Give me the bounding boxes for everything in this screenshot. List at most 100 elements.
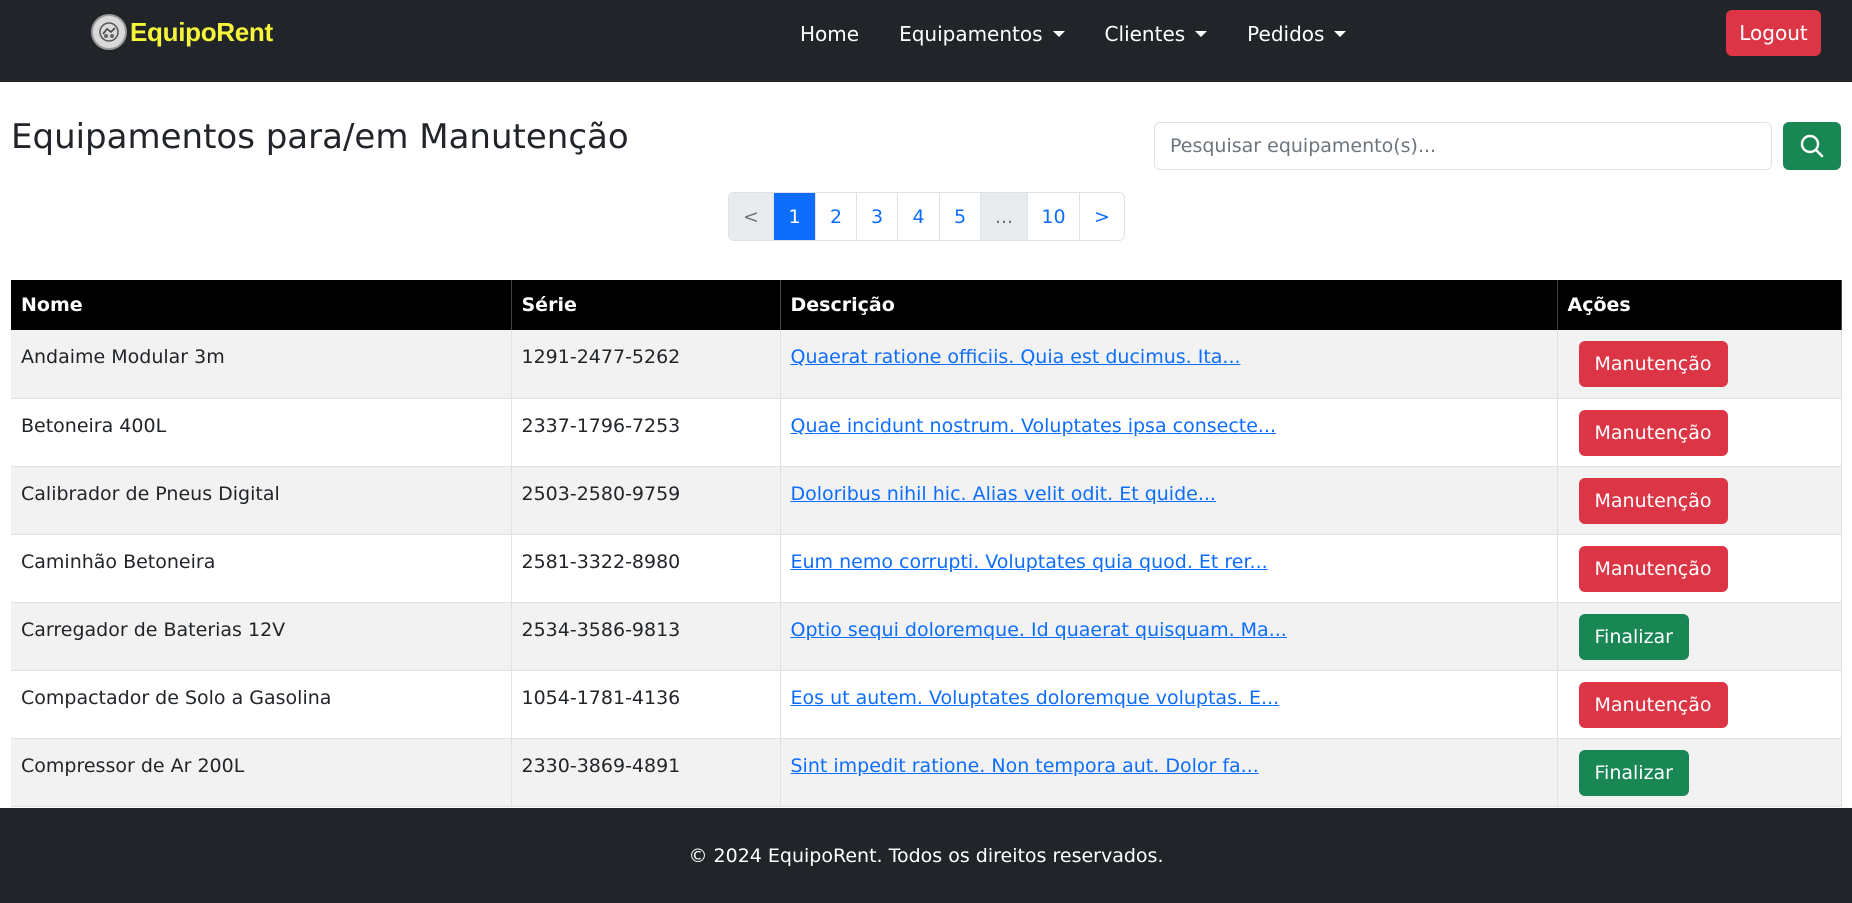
cell-descricao: Quae incidunt nostrum. Voluptates ipsa c… xyxy=(780,398,1558,467)
table-header-row: Nome Série Descrição Ações xyxy=(11,280,1842,330)
nav-item-label: Equipamentos xyxy=(899,22,1043,46)
descricao-link[interactable]: Doloribus nihil hic. Alias velit odit. E… xyxy=(791,483,1216,505)
search-icon xyxy=(1800,134,1824,158)
cell-nome: Compactador de Solo a Gasolina xyxy=(11,670,512,739)
nome-text: Carregador de Baterias 12V xyxy=(21,618,286,641)
nav-item-pedidos[interactable]: Pedidos xyxy=(1247,22,1347,46)
finalizar-button[interactable]: Finalizar xyxy=(1578,749,1689,796)
page-5[interactable]: 5 xyxy=(940,193,981,240)
table-row: Calibrador de Pneus Digital 2503-2580-97… xyxy=(11,466,1842,535)
nav-item-label: Pedidos xyxy=(1247,22,1325,46)
serie-text: 2534-3586-9813 xyxy=(521,618,681,641)
cell-descricao: Doloribus nihil hic. Alias velit odit. E… xyxy=(780,466,1558,535)
descricao-link[interactable]: Quaerat ratione officiis. Quia est ducim… xyxy=(791,346,1241,368)
descricao-link[interactable]: Eos ut autem. Voluptates doloremque volu… xyxy=(791,687,1280,709)
nav-item-home[interactable]: Home xyxy=(800,22,859,46)
cell-nome: Compressor de Ar 200L xyxy=(11,738,512,807)
table-row: Compressor de Ar 200L 2330-3869-4891 Sin… xyxy=(11,738,1842,807)
brand-logo-icon xyxy=(91,14,127,50)
page-4[interactable]: 4 xyxy=(898,193,940,240)
caret-down-icon xyxy=(1052,31,1065,37)
table-row: Andaime Modular 3m 1291-2477-5262 Quaera… xyxy=(11,330,1842,399)
cell-nome: Caminhão Betoneira xyxy=(11,534,512,603)
brand-name: EquipoRent xyxy=(130,16,273,47)
nome-text: Andaime Modular 3m xyxy=(21,346,225,368)
cell-serie: 1291-2477-5262 xyxy=(511,330,781,399)
serie-text: 2337-1796-7253 xyxy=(521,414,681,437)
table-row: Betoneira 400L 2337-1796-7253 Quae incid… xyxy=(11,398,1842,467)
page-1[interactable]: 1 xyxy=(774,193,816,240)
equipment-table: Nome Série Descrição Ações Andaime Modul… xyxy=(11,280,1842,807)
cell-serie: 2337-1796-7253 xyxy=(511,398,781,467)
nome-text: Betoneira 400L xyxy=(21,414,167,437)
cell-serie: 1054-1781-4136 xyxy=(511,670,781,739)
nome-text: Calibrador de Pneus Digital xyxy=(21,482,280,505)
cell-nome: Carregador de Baterias 12V xyxy=(11,602,512,671)
manutencao-button[interactable]: Manutenção xyxy=(1578,545,1728,592)
cell-serie: 2581-3322-8980 xyxy=(511,534,781,603)
cell-nome: Calibrador de Pneus Digital xyxy=(11,466,512,535)
descricao-link[interactable]: Eum nemo corrupti. Voluptates quia quod.… xyxy=(791,551,1268,573)
nav-item-label: Clientes xyxy=(1104,22,1186,46)
nav-item-label: Home xyxy=(800,22,860,46)
cell-acoes: Manutenção xyxy=(1557,398,1842,467)
cell-acoes: Manutenção xyxy=(1557,330,1842,399)
cell-descricao: Optio sequi doloremque. Id quaerat quisq… xyxy=(780,602,1558,671)
footer: © 2024 EquipoRent. Todos os direitos res… xyxy=(0,808,1852,903)
search-button[interactable] xyxy=(1783,122,1841,170)
page-next[interactable]: > xyxy=(1080,193,1124,240)
serie-text: 1291-2477-5262 xyxy=(521,346,681,368)
page-prev[interactable]: < xyxy=(729,193,774,240)
cell-serie: 2534-3586-9813 xyxy=(511,602,781,671)
cell-serie: 2503-2580-9759 xyxy=(511,466,781,535)
cell-serie: 2330-3869-4891 xyxy=(511,738,781,807)
cell-acoes: Manutenção xyxy=(1557,466,1842,535)
page-2[interactable]: 2 xyxy=(816,193,857,240)
table-row: Carregador de Baterias 12V 2534-3586-981… xyxy=(11,602,1842,671)
cell-acoes: Finalizar xyxy=(1557,738,1842,807)
cell-acoes: Finalizar xyxy=(1557,602,1842,671)
manutencao-button[interactable]: Manutenção xyxy=(1578,409,1728,456)
cell-acoes: Manutenção xyxy=(1557,534,1842,603)
descricao-link[interactable]: Sint impedit ratione. Non tempora aut. D… xyxy=(791,755,1259,777)
footer-text: © 2024 EquipoRent. Todos os direitos res… xyxy=(688,844,1164,867)
manutencao-button[interactable]: Manutenção xyxy=(1578,681,1728,728)
cell-descricao: Quaerat ratione officiis. Quia est ducim… xyxy=(780,330,1558,399)
page-3[interactable]: 3 xyxy=(857,193,898,240)
cell-nome: Andaime Modular 3m xyxy=(11,330,512,399)
manutencao-button[interactable]: Manutenção xyxy=(1578,341,1728,387)
caret-down-icon xyxy=(1334,31,1347,37)
nome-text: Compactador de Solo a Gasolina xyxy=(21,686,332,709)
caret-down-icon xyxy=(1195,31,1208,37)
finalizar-button[interactable]: Finalizar xyxy=(1578,613,1689,660)
descricao-link[interactable]: Quae incidunt nostrum. Voluptates ipsa c… xyxy=(791,415,1277,437)
cell-acoes: Manutenção xyxy=(1557,670,1842,739)
cell-descricao: Sint impedit ratione. Non tempora aut. D… xyxy=(780,738,1558,807)
nome-text: Caminhão Betoneira xyxy=(21,550,216,573)
table-row: Caminhão Betoneira 2581-3322-8980 Eum ne… xyxy=(11,534,1842,603)
brand-link[interactable]: EquipoRent xyxy=(91,14,273,50)
logout-button[interactable]: Logout xyxy=(1726,10,1821,56)
serie-text: 2330-3869-4891 xyxy=(521,754,681,777)
table-row: Compactador de Solo a Gasolina 1054-1781… xyxy=(11,670,1842,739)
header-serie: Série xyxy=(511,280,781,330)
nav-item-equipamentos[interactable]: Equipamentos xyxy=(899,22,1065,46)
cell-descricao: Eos ut autem. Voluptates doloremque volu… xyxy=(780,670,1558,739)
pagination: < 1 2 3 4 5 ... 10 > xyxy=(728,192,1125,241)
header-acoes: Ações xyxy=(1557,280,1842,330)
serie-text: 2581-3322-8980 xyxy=(521,550,681,573)
cell-nome: Betoneira 400L xyxy=(11,398,512,467)
manutencao-button[interactable]: Manutenção xyxy=(1578,477,1728,524)
serie-text: 2503-2580-9759 xyxy=(521,482,681,505)
page-10[interactable]: 10 xyxy=(1028,193,1080,240)
navbar: EquipoRent Home Equipamentos Clientes Pe… xyxy=(0,0,1852,82)
header-descricao: Descrição xyxy=(780,280,1558,330)
nav-menu: Home Equipamentos Clientes Pedidos xyxy=(780,19,1366,49)
nav-item-clientes[interactable]: Clientes xyxy=(1105,22,1208,46)
header-nome: Nome xyxy=(11,280,512,330)
serie-text: 1054-1781-4136 xyxy=(521,686,681,709)
page-ellipsis: ... xyxy=(981,193,1028,240)
search-input[interactable] xyxy=(1154,122,1772,170)
descricao-link[interactable]: Optio sequi doloremque. Id quaerat quisq… xyxy=(791,619,1287,641)
cell-descricao: Eum nemo corrupti. Voluptates quia quod.… xyxy=(780,534,1558,603)
